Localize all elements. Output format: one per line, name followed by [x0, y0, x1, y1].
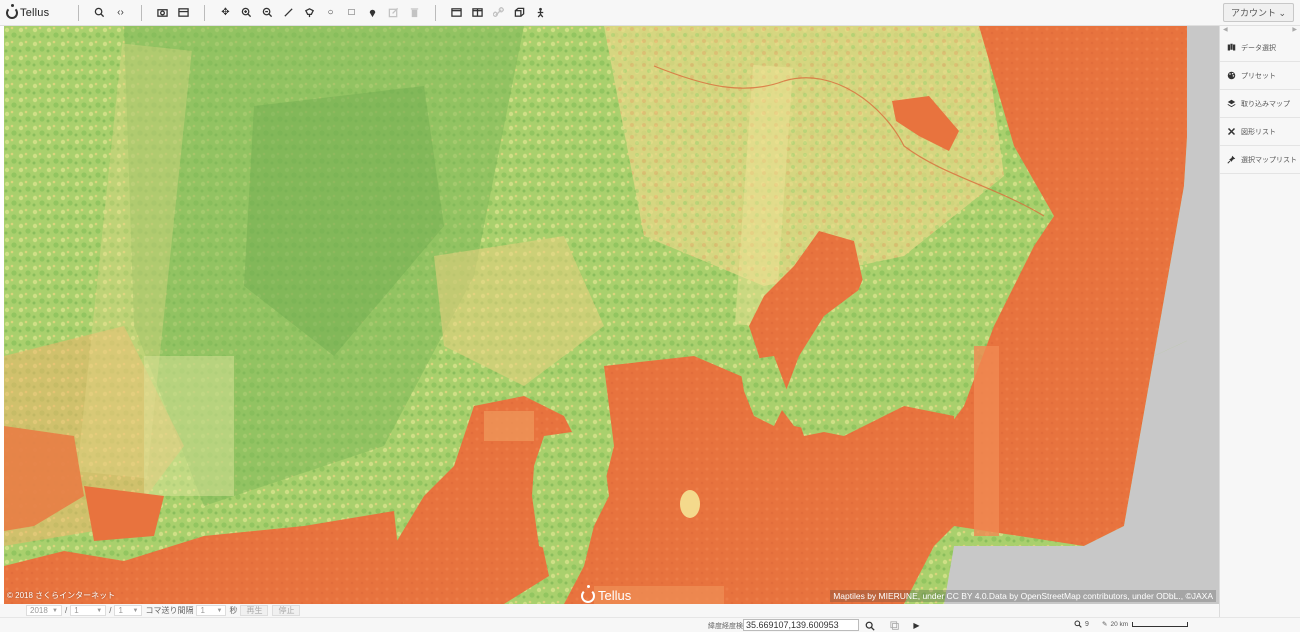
panel-item-label: 取り込みマップ — [1241, 100, 1290, 108]
map-icon — [1226, 43, 1236, 53]
coordinate-search-input[interactable] — [743, 619, 859, 631]
draw-rectangle-icon[interactable]: □ — [344, 5, 360, 21]
tellus-watermark-mark — [581, 584, 595, 603]
link-views-icon[interactable] — [491, 5, 507, 21]
interval-unit: 秒 — [229, 606, 238, 615]
year-select[interactable]: 2018 ▼ — [26, 605, 62, 616]
map-view[interactable]: © 2018 さくらインターネット Tellus Maptiles by MIE… — [4, 26, 1219, 604]
tellus-logo-mark — [6, 3, 18, 19]
tellus-watermark: Tellus — [581, 584, 632, 603]
panel-item-label: 図形リスト — [1241, 128, 1276, 136]
toolbar-divider — [78, 4, 79, 21]
toolbar-divider — [204, 4, 205, 21]
arrow-right-icon[interactable]: ▶ — [1292, 26, 1297, 34]
logo-text: Tellus — [20, 6, 50, 19]
search-icon[interactable] — [92, 5, 108, 21]
camera-icon[interactable] — [155, 5, 171, 21]
map-attribution: Maptiles by MIERUNE, under CC BY 4.0.Dat… — [830, 590, 1216, 602]
zoom-value: 9 — [1085, 620, 1089, 628]
panel-item-label: データ選択 — [1241, 44, 1276, 52]
play-button[interactable]: 再生 — [240, 605, 269, 616]
pin-list-icon — [1226, 155, 1236, 165]
edit-shape-icon[interactable] — [386, 5, 402, 21]
split-view-icon[interactable] — [470, 5, 486, 21]
stop-button[interactable]: 停止 — [272, 605, 301, 616]
date-separator: / — [109, 606, 112, 615]
search-icon[interactable] — [864, 620, 875, 631]
panel-item-selected-map-list[interactable]: 選択マップリスト — [1220, 146, 1300, 174]
panel-item-label: 選択マップリスト — [1241, 156, 1297, 164]
zoom-in-icon[interactable] — [239, 5, 255, 21]
account-button[interactable]: アカウント ⌄ — [1222, 3, 1294, 22]
draw-polygon-icon[interactable] — [302, 5, 318, 21]
month-select[interactable]: 1 ▼ — [70, 605, 107, 616]
side-panel: ◀ ▶ データ選択プリセット取り込みマップ 図形リスト選択マップリスト — [1219, 26, 1300, 617]
time-slider-bar: 2018 ▼ / 1 ▼ / 1 ▼ コマ送り間隔 1 ▼ 秒 再生 停止 — [0, 604, 1219, 617]
panel-item-label: プリセット — [1241, 72, 1276, 80]
draw-circle-icon[interactable]: ○ — [323, 5, 339, 21]
palette-icon — [1226, 71, 1236, 81]
toolbar-tools: ‹› ✥ ○ □ — [89, 4, 551, 21]
3d-view-icon[interactable] — [512, 5, 528, 21]
satellite-map — [4, 26, 1219, 604]
scale-value: 20 km — [1110, 620, 1129, 628]
layers-panel-icon[interactable] — [176, 5, 192, 21]
single-view-icon[interactable] — [449, 5, 465, 21]
date-separator: / — [65, 606, 68, 615]
ruler-icon: ✎ — [1102, 621, 1108, 628]
day-value: 1 — [118, 606, 123, 615]
panel-menu: データ選択プリセット取り込みマップ 図形リスト選択マップリスト — [1220, 34, 1300, 174]
day-select[interactable]: 1 ▼ — [114, 605, 143, 616]
zoom-out-icon[interactable] — [260, 5, 276, 21]
panel-item-data-select[interactable]: データ選択 — [1220, 34, 1300, 62]
toolbar-divider — [435, 4, 436, 21]
panel-item-shape-list[interactable]: 図形リスト — [1220, 118, 1300, 146]
scale-bar — [1132, 621, 1189, 627]
pan-icon[interactable]: ✥ — [218, 5, 234, 21]
watermark-text: Tellus — [598, 588, 632, 603]
chevron-down-icon: ▼ — [132, 607, 139, 614]
zoom-icon — [1074, 620, 1082, 628]
map-scale: ✎ 20 km — [1102, 620, 1189, 628]
interval-select[interactable]: 1 ▼ — [196, 605, 227, 616]
main-toolbar: Tellus ‹› ✥ ○ □ アカウント ⌄ — [0, 0, 1300, 26]
month-value: 1 — [74, 606, 79, 615]
toolbar-divider — [141, 4, 142, 21]
tellus-logo[interactable]: Tellus — [0, 0, 68, 26]
draw-line-icon[interactable] — [281, 5, 297, 21]
layers-icon — [1226, 99, 1236, 109]
share-code-icon[interactable]: ‹› — [113, 5, 129, 21]
chevron-down-icon: ▼ — [216, 607, 223, 614]
delete-shape-icon[interactable] — [407, 5, 423, 21]
zoom-level: 9 — [1074, 620, 1089, 628]
interval-label: コマ送り間隔 — [145, 606, 194, 615]
elevation-profile-icon[interactable] — [533, 5, 549, 21]
panel-item-preset[interactable]: プリセット — [1220, 62, 1300, 90]
chevron-down-icon: ▼ — [52, 607, 58, 614]
chevron-down-icon: ▼ — [96, 607, 103, 614]
play-icon[interactable]: ▶ — [911, 620, 922, 631]
status-bar: 緯度経度検索 ▶ 9 ✎ 20 km — [0, 617, 1300, 632]
panel-collapse-arrows[interactable]: ◀ ▶ — [1220, 26, 1300, 34]
copy-icon[interactable] — [889, 620, 900, 631]
arrow-left-icon[interactable]: ◀ — [1223, 26, 1228, 34]
interval-value: 1 — [200, 606, 205, 615]
copyright-notice: © 2018 さくらインターネット — [7, 591, 116, 600]
panel-item-imported-maps[interactable]: 取り込みマップ — [1220, 90, 1300, 118]
place-marker-icon[interactable] — [365, 5, 381, 21]
year-value: 2018 — [30, 606, 48, 615]
tools-icon — [1226, 127, 1236, 137]
